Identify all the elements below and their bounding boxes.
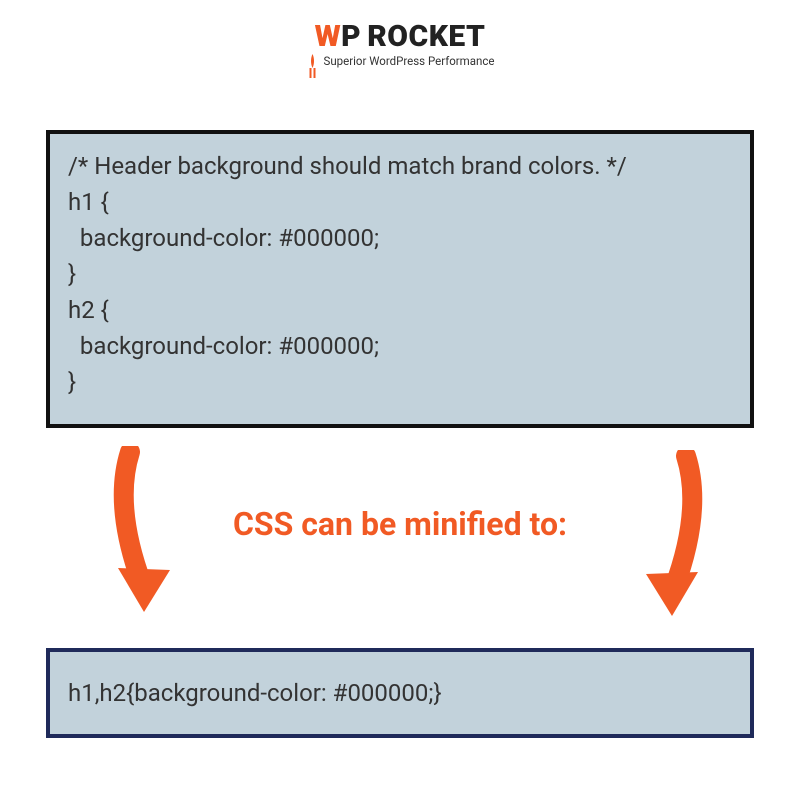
code-before-box: /* Header background should match brand …	[46, 130, 754, 428]
brand-logo-w: W	[315, 22, 342, 52]
diagram-canvas: W P ROCKET Superior WordPress Performanc…	[0, 0, 800, 800]
brand-tagline: Superior WordPress Performance	[324, 54, 495, 68]
minify-caption: CSS can be minified to:	[0, 505, 800, 543]
code-after-box: h1,h2{background-color: #000000;}	[46, 648, 754, 738]
brand-logo-main: W P ROCKET	[306, 22, 495, 52]
brand-logo: W P ROCKET Superior WordPress Performanc…	[306, 22, 495, 86]
rocket-icon	[306, 54, 320, 86]
brand-tagline-row: Superior WordPress Performance	[306, 54, 495, 86]
brand-logo-p: P	[341, 22, 361, 52]
brand-logo-rocket: ROCKET	[367, 22, 485, 52]
code-before-text: /* Header background should match brand …	[68, 152, 627, 396]
code-after-text: h1,h2{background-color: #000000;}	[68, 675, 442, 711]
